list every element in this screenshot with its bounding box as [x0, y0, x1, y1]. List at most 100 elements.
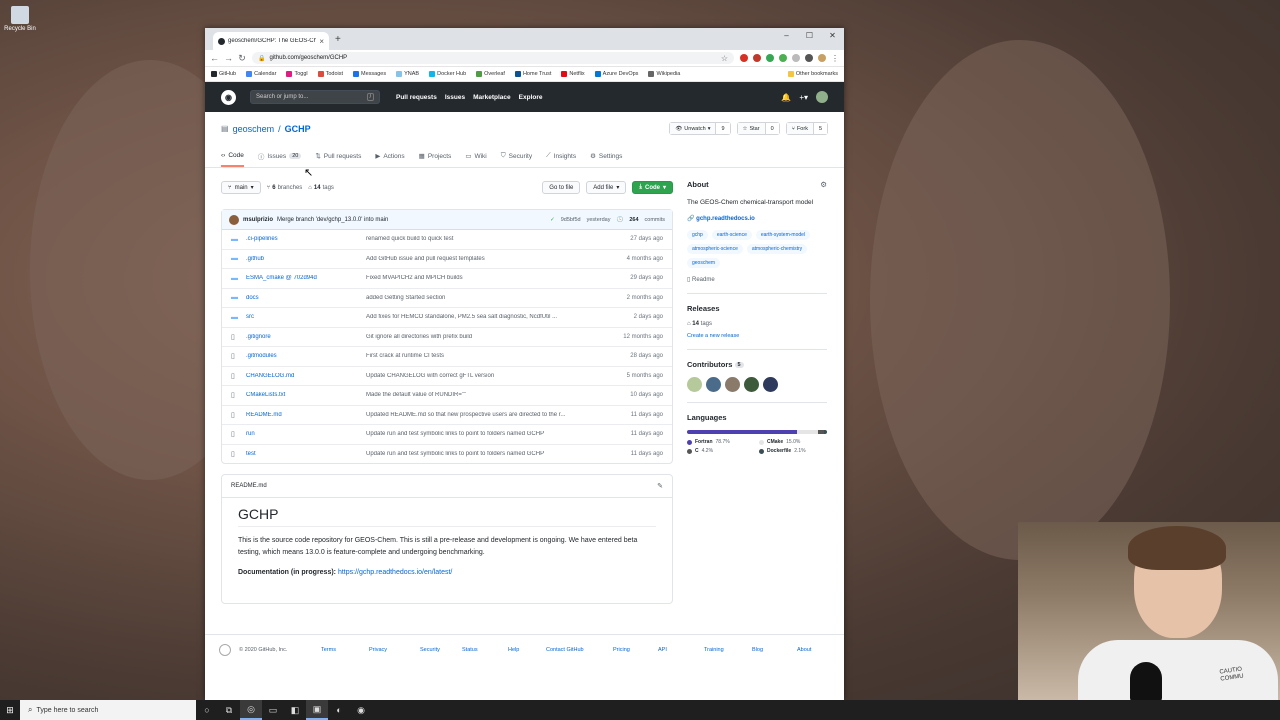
file-commit-message[interactable]: Updated README.md so that new prospectiv…	[366, 412, 591, 418]
footer-link-pricing[interactable]: Pricing	[613, 647, 658, 653]
code-download-button[interactable]: ⤓ Code ▾	[632, 181, 673, 194]
topic-tag[interactable]: earth-science	[711, 230, 752, 240]
tab-projects[interactable]: ▦ Projects	[419, 147, 452, 167]
new-tab-icon[interactable]: +	[335, 34, 341, 45]
contributor-avatar[interactable]	[763, 377, 778, 392]
notification-bell-icon[interactable]: 🔔	[781, 93, 791, 102]
bookmark-calendar[interactable]: Calendar	[246, 71, 276, 77]
contributors-heading[interactable]: Contributors 5	[687, 360, 827, 369]
close-tab-icon[interactable]: ×	[319, 37, 324, 46]
bookmark-ynab[interactable]: YNAB	[396, 71, 419, 77]
fork-button[interactable]: ⑂ Fork 5	[785, 122, 828, 135]
topic-tag[interactable]: atmospheric-chemistry	[746, 244, 808, 254]
github-mark-icon[interactable]	[219, 643, 231, 656]
readme-link[interactable]: ▯ Readme	[687, 276, 827, 283]
file-name[interactable]: test	[246, 451, 366, 457]
footer-link-status[interactable]: Status	[462, 647, 508, 653]
file-commit-message[interactable]: Add fixes for HEMCO standalone, PM2.5 se…	[366, 314, 591, 320]
reload-icon[interactable]: ↻	[238, 53, 246, 64]
file-row[interactable]: ▯ CHANGELOG.md Update CHANGELOG with corre…	[222, 365, 672, 386]
adblock-extension-icon[interactable]	[740, 54, 748, 62]
commit-sha[interactable]: 9d5bf5d	[561, 217, 581, 223]
bookmark-netflix[interactable]: Netflix	[561, 71, 585, 77]
profile-avatar-icon[interactable]	[818, 54, 826, 62]
file-name[interactable]: run	[246, 431, 366, 437]
commits-count[interactable]: 264	[629, 217, 638, 223]
go-to-file-button[interactable]: Go to file	[542, 181, 581, 194]
footer-link-terms[interactable]: Terms	[321, 647, 369, 653]
footer-link-security[interactable]: Security	[420, 647, 462, 653]
file-name[interactable]: docs	[246, 295, 366, 301]
commit-author-avatar[interactable]	[229, 214, 239, 225]
file-explorer-icon[interactable]: ▭	[262, 700, 284, 720]
pencil-edit-icon[interactable]: ✎	[657, 482, 663, 490]
file-name[interactable]: .github	[246, 256, 366, 262]
file-commit-message[interactable]: First crack at runtime CI tests	[366, 353, 591, 359]
tab-issues[interactable]: ⓘ Issues 20	[258, 147, 302, 167]
bookmark-docker-hub[interactable]: Docker Hub	[429, 71, 466, 77]
bookmark-toggl[interactable]: Toggl	[286, 71, 308, 77]
tab-security[interactable]: ⛉ Security	[501, 147, 532, 167]
releases-tags[interactable]: ⌂ 14 tags	[687, 321, 827, 327]
file-name[interactable]: CHANGELOG.md	[246, 373, 366, 379]
file-row[interactable]: ▬ src Add fixes for HEMCO standalone, PM2.…	[222, 307, 672, 327]
add-file-button[interactable]: Add file ▾	[586, 181, 627, 194]
watch-count[interactable]: 9	[716, 123, 730, 134]
bookmark-wikipedia[interactable]: Wikipedia	[648, 71, 680, 77]
github-logo-icon[interactable]: ◉	[221, 89, 236, 105]
extension-icon[interactable]	[766, 54, 774, 62]
file-name[interactable]: src	[246, 314, 366, 320]
file-commit-message[interactable]: added Getting Started section	[366, 295, 591, 301]
file-commit-message[interactable]: Add GitHub issue and pull request templa…	[366, 256, 591, 262]
file-commit-message[interactable]: Made the default value of RUNDIR=""	[366, 392, 591, 398]
topic-tag[interactable]: earth-system-model	[755, 230, 811, 240]
file-name[interactable]: .gitmodules	[246, 353, 366, 359]
menu-kebab-icon[interactable]: ⋮	[831, 54, 839, 63]
file-row[interactable]: ▬ ESMA_cmake @ 702d94d Fixed MVAPICH2 and …	[222, 268, 672, 288]
extension-icon[interactable]	[792, 54, 800, 62]
vscode-taskbar-icon[interactable]: ◧	[284, 700, 306, 720]
repo-name-link[interactable]: GCHP	[285, 124, 311, 134]
bookmark-star-icon[interactable]: ☆	[721, 54, 728, 63]
language-item[interactable]: C 4.2%	[687, 448, 755, 454]
bookmark-home-trust[interactable]: Home Trust	[514, 71, 551, 77]
minimize-icon[interactable]: –	[775, 28, 798, 42]
file-name[interactable]: README.md	[246, 412, 366, 418]
recycle-bin-icon[interactable]: Recycle Bin	[4, 6, 36, 32]
bookmark-messages[interactable]: Messages	[353, 71, 386, 77]
taskbar-search-input[interactable]: ⌕ Type here to search	[20, 700, 196, 720]
user-avatar[interactable]	[816, 91, 828, 103]
bookmark-todoist[interactable]: Todoist	[317, 71, 343, 77]
gear-icon[interactable]: ⚙	[820, 180, 827, 189]
url-field[interactable]: 🔒 github.com/geoschem/GCHP ☆	[252, 52, 734, 64]
branches-link[interactable]: ⑂ 6 branches	[267, 185, 303, 191]
footer-link-blog[interactable]: Blog	[752, 647, 797, 653]
nav-issues[interactable]: Issues	[445, 94, 465, 101]
unwatch-button[interactable]: 👁 Unwatch ▾ 9	[669, 122, 731, 135]
close-window-icon[interactable]: ✕	[821, 28, 844, 42]
forward-icon[interactable]: →	[224, 53, 233, 63]
file-row[interactable]: ▯ .gitmodules First crack at runtime CI te…	[222, 346, 672, 366]
contributor-avatar[interactable]	[744, 377, 759, 392]
repo-owner-link[interactable]: geoschem	[233, 124, 275, 134]
contributor-avatar[interactable]	[687, 377, 702, 392]
nav-explore[interactable]: Explore	[519, 94, 543, 101]
file-name[interactable]: .ci-pipelines	[246, 236, 366, 242]
topic-tag[interactable]: geoschem	[687, 258, 721, 268]
extension-icon[interactable]	[753, 54, 761, 62]
footer-link-about[interactable]: About	[797, 647, 811, 653]
documentation-link[interactable]: https://gchp.readthedocs.io/en/latest/	[338, 569, 452, 576]
contributor-avatar[interactable]	[706, 377, 721, 392]
bookmark-github[interactable]: GitHub	[211, 71, 236, 77]
file-commit-message[interactable]: Update run and test symbolic links to po…	[366, 431, 591, 437]
star-button[interactable]: ☆ Star 0	[736, 122, 780, 135]
commit-author[interactable]: msulprizio	[243, 217, 273, 223]
releases-heading[interactable]: Releases	[687, 304, 827, 313]
tab-settings[interactable]: ⚙ Settings	[590, 147, 622, 167]
footer-link-help[interactable]: Help	[508, 647, 546, 653]
plus-dropdown-icon[interactable]: +▾	[799, 93, 808, 102]
fork-count[interactable]: 5	[813, 123, 827, 134]
chrome-taskbar-icon[interactable]: ◎	[240, 700, 262, 720]
maximize-icon[interactable]: ☐	[798, 28, 821, 42]
nav-pull-requests[interactable]: Pull requests	[396, 94, 437, 101]
